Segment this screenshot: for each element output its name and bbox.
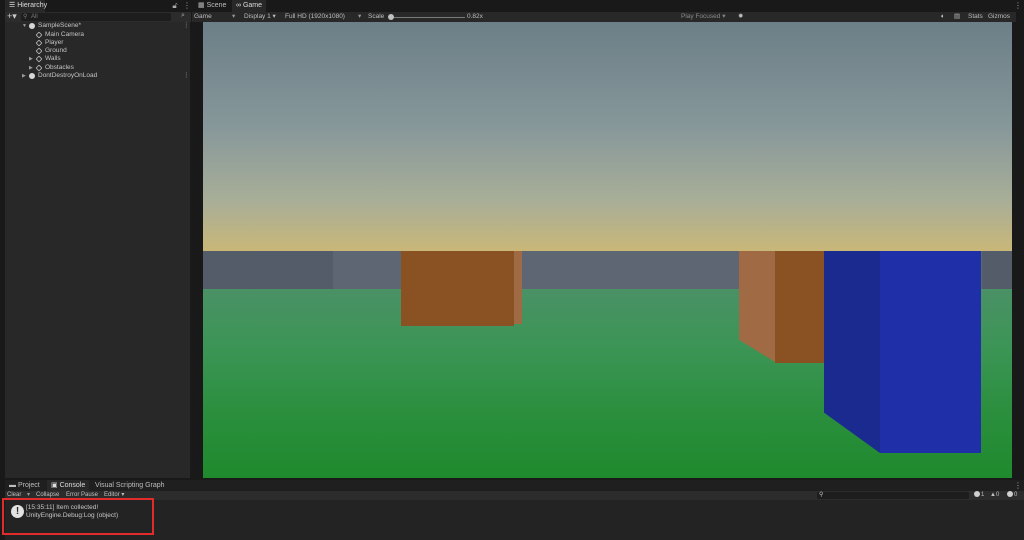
obstacle-box xyxy=(775,251,827,363)
tab-console[interactable]: ▣ Console xyxy=(47,480,90,491)
bottom-tab-bar: ▬ Project ▣ Console Visual Scripting Gra… xyxy=(5,480,1024,491)
tab-project[interactable]: ▬ Project xyxy=(5,480,44,491)
gameobject-cube-icon xyxy=(35,47,43,55)
error-icon xyxy=(1007,491,1013,497)
chevron-down-icon[interactable]: ▾ xyxy=(358,12,361,22)
audio-mute-icon[interactable]: 🔈︎ xyxy=(941,12,945,22)
game-toolbar: Game ▾ Display 1 ▾ Full HD (1920x1080) ▾… xyxy=(192,12,1016,22)
resolution-dropdown[interactable]: Full HD (1920x1080) xyxy=(285,12,345,22)
collapse-arrow-icon[interactable]: ▶ xyxy=(29,55,33,63)
gameobject-cube-icon xyxy=(35,39,43,47)
obstacle-box-side xyxy=(514,251,522,324)
error-count-toggle[interactable]: 0 xyxy=(1007,491,1017,500)
info-icon xyxy=(974,491,980,497)
gameobject-cube-icon xyxy=(35,55,43,63)
hierarchy-panel: ☰ Hierarchy 🔓︎ ⋮ +▾ ⚲ All ⌕ ▼ SampleScen… xyxy=(5,0,191,478)
bug-icon[interactable]: ✹ xyxy=(738,12,743,22)
list-icon: ☰ xyxy=(9,2,18,9)
warning-count-toggle[interactable]: ▲0 xyxy=(990,491,999,500)
hierarchy-tab-bar: ☰ Hierarchy 🔓︎ ⋮ xyxy=(5,0,191,12)
expand-arrow-icon[interactable]: ▼ xyxy=(22,22,27,30)
game-viewport[interactable] xyxy=(203,22,1012,478)
scene-grid-icon: ▦ xyxy=(198,2,207,9)
stats-icon[interactable]: ▤ xyxy=(954,12,960,22)
search-icon: ⚲ xyxy=(819,492,824,498)
scene-menu-icon[interactable]: ⋮ xyxy=(183,72,190,80)
more-options-icon[interactable]: ⋮ xyxy=(1014,481,1022,491)
unity-scene-icon xyxy=(29,73,35,79)
stats-button[interactable]: Stats xyxy=(968,12,983,22)
add-icon[interactable]: +▾ xyxy=(7,11,17,22)
hierarchy-toolbar: +▾ ⚲ All ⌕ xyxy=(5,11,191,22)
search-filter-icon[interactable]: ⌕ xyxy=(181,12,185,20)
tree-item-main-camera[interactable]: Main Camera xyxy=(5,31,191,39)
gizmos-button[interactable]: Gizmos xyxy=(988,12,1010,22)
tree-item-samplescene[interactable]: ▼ SampleScene* ⋮ xyxy=(5,22,191,30)
unity-scene-icon xyxy=(29,23,35,29)
play-mode-dropdown[interactable]: Play Focused ▾ xyxy=(681,12,725,22)
scale-value: 0.82x xyxy=(467,13,483,20)
chevron-down-icon[interactable]: ▾ xyxy=(232,12,235,22)
collapse-arrow-icon[interactable]: ▶ xyxy=(22,72,26,80)
view-mode-dropdown[interactable]: Game xyxy=(194,12,212,22)
tab-game[interactable]: ∞ Game xyxy=(232,0,266,12)
hierarchy-search-input[interactable]: ⚲ All xyxy=(21,13,171,21)
gameobject-cube-icon xyxy=(35,64,43,72)
console-search-input[interactable]: ⚲ xyxy=(817,492,969,499)
sky xyxy=(203,22,1012,251)
gamepad-icon: ∞ xyxy=(236,2,243,9)
more-options-icon[interactable]: ⋮ xyxy=(183,1,191,11)
scene-menu-icon[interactable]: ⋮ xyxy=(183,22,190,30)
display-dropdown[interactable]: Display 1 ▾ xyxy=(244,12,276,22)
player-cube xyxy=(880,251,981,453)
tree-item-player[interactable]: Player xyxy=(5,39,191,47)
scale-label: Scale xyxy=(368,13,385,20)
folder-icon: ▬ xyxy=(9,482,18,489)
tree-item-obstacles[interactable]: ▶ Obstacles xyxy=(5,64,191,72)
scale-slider-track[interactable] xyxy=(389,17,465,18)
scale-slider-handle[interactable] xyxy=(388,14,394,20)
obstacle-box xyxy=(401,251,514,326)
console-icon: ▣ xyxy=(51,482,60,489)
search-icon: ⚲ xyxy=(23,14,28,20)
more-options-icon[interactable]: ⋮ xyxy=(1014,1,1022,11)
log-count-toggle[interactable]: 1 xyxy=(974,491,984,500)
collapse-arrow-icon[interactable]: ▶ xyxy=(29,64,33,72)
highlight-annotation xyxy=(2,498,154,535)
lock-icon[interactable]: 🔓︎ xyxy=(172,1,178,11)
tab-visual-scripting-graph[interactable]: Visual Scripting Graph xyxy=(91,480,169,491)
console-log-area: ! [15:35:11] Item collected! UnityEngine… xyxy=(5,500,1024,540)
view-tab-bar: ▦ Scene ∞ Game ⋮ xyxy=(192,0,1024,12)
tree-item-dontdestroyonload[interactable]: ▶ DontDestroyOnLoad ⋮ xyxy=(5,72,191,80)
tree-item-walls[interactable]: ▶ Walls xyxy=(5,55,191,63)
tree-item-ground[interactable]: Ground xyxy=(5,47,191,55)
console-toolbar: Clear ▾ Collapse Error Pause Editor ▾ ⚲ … xyxy=(5,491,1024,500)
console-log-entry[interactable]: ! [15:35:11] Item collected! UnityEngine… xyxy=(5,500,1024,524)
tab-scene[interactable]: ▦ Scene xyxy=(194,0,230,12)
gameobject-cube-icon xyxy=(35,31,43,39)
